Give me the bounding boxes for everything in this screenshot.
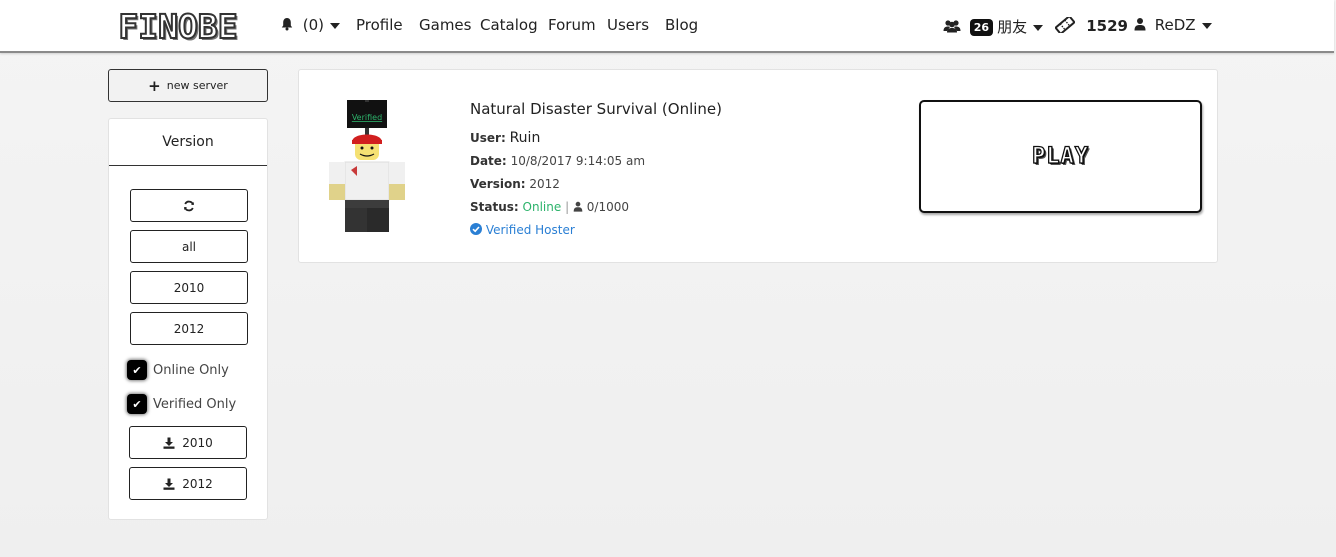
user-dropdown[interactable]: ReDZ bbox=[1134, 16, 1212, 34]
check-icon: ✔ bbox=[127, 360, 147, 380]
filter-2012-button[interactable]: 2012 bbox=[130, 312, 248, 345]
avatar: Verified bbox=[329, 100, 405, 232]
user-icon bbox=[1134, 18, 1146, 31]
plus-icon: + bbox=[148, 76, 161, 95]
nav-catalog[interactable]: Catalog bbox=[480, 16, 538, 34]
user-icon bbox=[573, 201, 583, 212]
filter-all-button[interactable]: all bbox=[130, 230, 248, 263]
download-2012-button[interactable]: 2012 bbox=[129, 467, 247, 500]
currency-display[interactable]: 1529 bbox=[1054, 15, 1128, 35]
username: ReDZ bbox=[1154, 16, 1196, 34]
friends-label: 朋友 bbox=[997, 18, 1028, 36]
download-icon bbox=[163, 478, 175, 490]
status-label: Status: bbox=[470, 200, 519, 214]
bell-icon bbox=[281, 18, 293, 31]
server-players: 0/1000 bbox=[586, 200, 629, 214]
check-circle-icon bbox=[470, 223, 482, 235]
verified-hoster-badge: Verified Hoster bbox=[470, 223, 575, 237]
nav-games[interactable]: Games bbox=[419, 16, 471, 34]
date-label: Date: bbox=[470, 154, 507, 168]
verified-only-label: Verified Only bbox=[153, 396, 237, 412]
nav-blog[interactable]: Blog bbox=[665, 16, 698, 34]
nav-forum[interactable]: Forum bbox=[548, 16, 596, 34]
refresh-icon bbox=[184, 200, 194, 211]
friends-count-badge: 26 bbox=[969, 19, 994, 36]
new-server-label: new server bbox=[166, 79, 228, 92]
download-icon bbox=[163, 437, 175, 449]
nav-profile[interactable]: Profile bbox=[356, 16, 403, 34]
currency-amount: 1529 bbox=[1086, 17, 1128, 35]
site-logo[interactable]: FINOBE bbox=[107, 6, 249, 47]
version-filter-panel: Version all 2010 2012 ✔ Online Only ✔ Ve… bbox=[108, 118, 268, 520]
version-label: Version: bbox=[470, 177, 526, 191]
download-2012-label: 2012 bbox=[182, 476, 213, 491]
chevron-down-icon bbox=[330, 22, 341, 29]
ticket-icon bbox=[1054, 15, 1076, 35]
server-status: Online bbox=[522, 200, 562, 214]
server-card: Verified Natural Disaster Survival (Onli… bbox=[298, 69, 1218, 263]
notifications-dropdown[interactable]: (0) bbox=[280, 16, 341, 34]
server-user-row: User: Ruin bbox=[470, 130, 540, 146]
server-user[interactable]: Ruin bbox=[510, 130, 541, 146]
new-server-button[interactable]: + new server bbox=[108, 69, 268, 102]
online-only-checkbox[interactable]: ✔ Online Only bbox=[127, 360, 229, 380]
server-date: 10/8/2017 9:14:05 am bbox=[510, 154, 646, 168]
version-title: Version bbox=[109, 119, 267, 166]
nav-users[interactable]: Users bbox=[607, 16, 649, 34]
download-2010-button[interactable]: 2010 bbox=[129, 426, 247, 459]
friends-dropdown[interactable]: 26 朋友 bbox=[943, 16, 1044, 37]
online-only-label: Online Only bbox=[153, 362, 229, 378]
server-version: 2012 bbox=[529, 177, 560, 191]
verified-hoster-label: Verified Hoster bbox=[485, 223, 575, 237]
server-date-row: Date: 10/8/2017 9:14:05 am bbox=[470, 154, 645, 168]
server-status-row: Status: Online | 0/1000 bbox=[470, 200, 629, 214]
notification-count: (0) bbox=[302, 16, 325, 34]
play-label: PLAY bbox=[1031, 143, 1089, 169]
server-title[interactable]: Natural Disaster Survival (Online) bbox=[470, 100, 722, 118]
server-version-row: Version: 2012 bbox=[470, 177, 560, 191]
filter-2010-button[interactable]: 2010 bbox=[130, 271, 248, 304]
separator: | bbox=[565, 200, 570, 214]
download-2010-label: 2010 bbox=[182, 435, 213, 450]
play-button[interactable]: PLAY bbox=[919, 100, 1202, 213]
refresh-button[interactable] bbox=[130, 189, 248, 222]
top-navbar: FINOBE (0) Profile Games Catalog Forum U… bbox=[0, 0, 1334, 53]
user-label: User: bbox=[470, 131, 506, 145]
verified-only-checkbox[interactable]: ✔ Verified Only bbox=[127, 394, 236, 414]
chevron-down-icon bbox=[1201, 22, 1212, 29]
avatar-sign-text: Verified bbox=[352, 113, 382, 122]
check-icon: ✔ bbox=[127, 394, 147, 414]
chevron-down-icon bbox=[1033, 24, 1044, 31]
users-icon bbox=[943, 20, 961, 33]
